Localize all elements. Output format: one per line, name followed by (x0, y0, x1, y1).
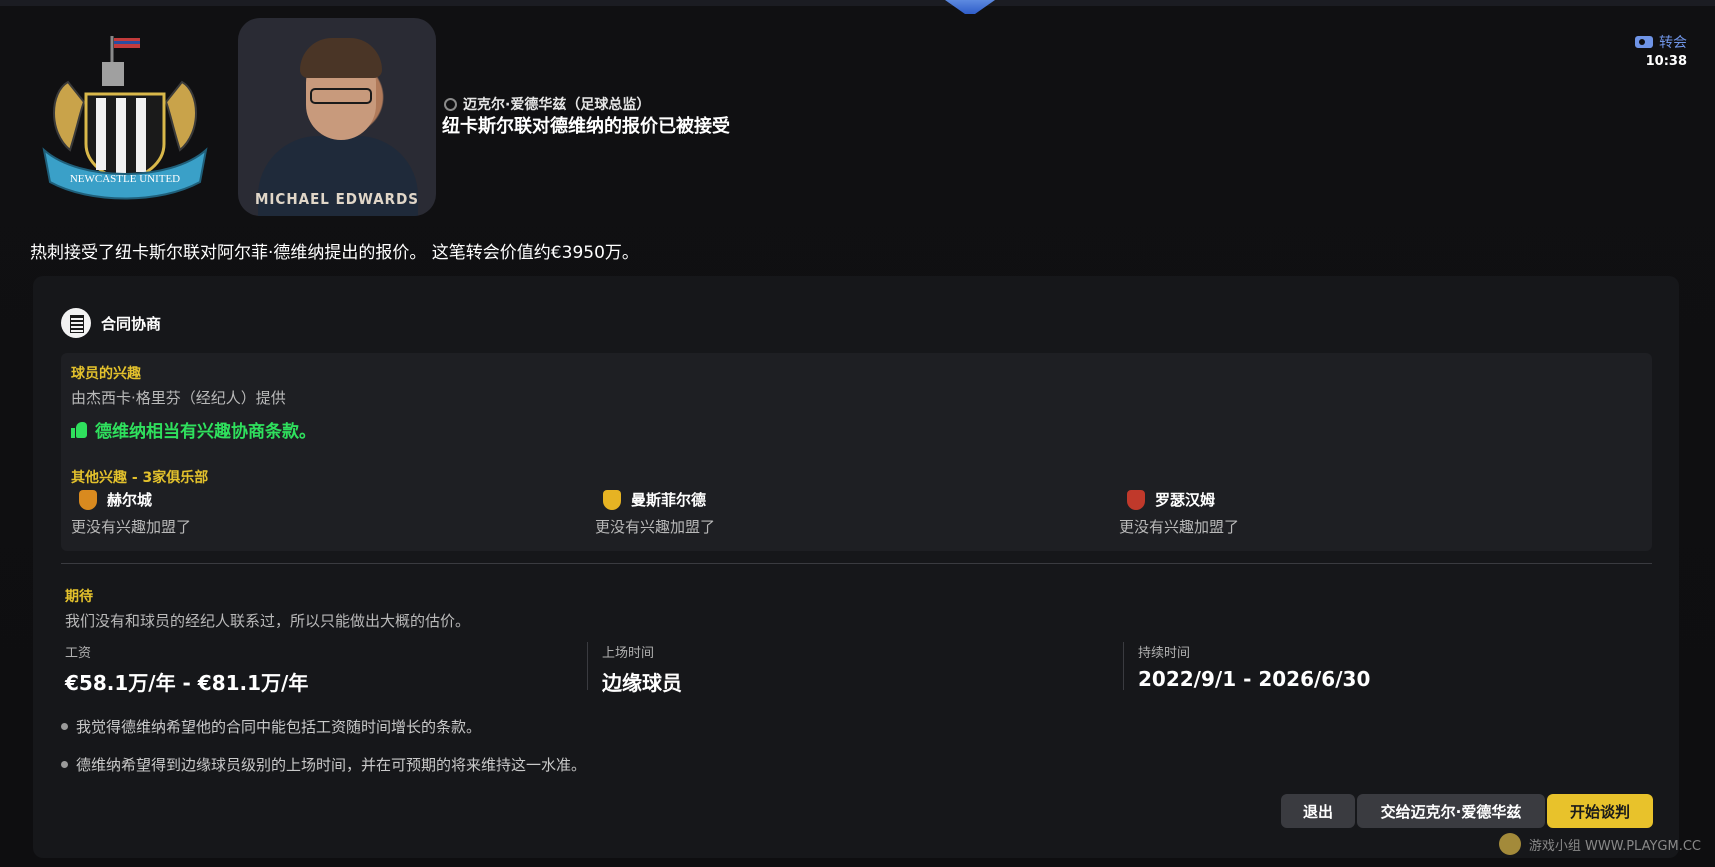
news-headline: 纽卡斯尔联对德维纳的报价已被接受 (442, 116, 730, 137)
exit-button[interactable]: 退出 (1281, 794, 1355, 828)
playing-time-label: 上场时间 (602, 646, 655, 661)
bullet-dot-icon (61, 723, 68, 730)
wage-value: €58.1万/年 - €81.1万/年 (65, 671, 309, 695)
start-negotiation-button[interactable]: 开始谈判 (1547, 794, 1653, 828)
player-interest-box: 球员的兴趣 由杰西卡·格里芬（经纪人）提供 德维纳相当有兴趣协商条款。 其他兴趣… (61, 353, 1652, 551)
club-name: 罗瑟汉姆 (1155, 491, 1216, 509)
club-item-rotherham[interactable]: 罗瑟汉姆 更没有兴趣加盟了 (1119, 489, 1519, 537)
panel-title-label: 合同协商 (101, 314, 162, 333)
club-name: 赫尔城 (107, 491, 153, 509)
playing-time-value: 边缘球员 (602, 671, 682, 695)
duration-value: 2022/9/1 - 2026/6/30 (1138, 667, 1371, 691)
watermark-logo-icon (1498, 833, 1521, 855)
bullet-text: 我觉得德维纳希望他的合同中能包括工资随时间增长的条款。 (76, 718, 482, 736)
watermark-text: 游戏小组 WWW.PLAYGM.CC (1528, 838, 1701, 854)
person-icon (444, 97, 457, 111)
interest-title: 球员的兴趣 (71, 366, 141, 382)
club-note: 更没有兴趣加盟了 (71, 518, 192, 536)
news-summary: 热刺接受了纽卡斯尔联对阿尔菲·德维纳提出的报价。 这笔转会价值约€3950万。 (30, 243, 639, 263)
club-note: 更没有兴趣加盟了 (1119, 518, 1240, 536)
section-divider (61, 563, 1652, 564)
avatar-caption: MICHAEL EDWARDS (254, 190, 419, 208)
duration-stat: 持续时间 2022/9/1 - 2026/6/30 (1123, 642, 1371, 691)
wage-label: 工资 (65, 646, 92, 661)
expectation-bullet: 我觉得德维纳希望他的合同中能包括工资随时间增长的条款。 (61, 716, 481, 737)
director-avatar: MICHAEL EDWARDS (238, 18, 436, 216)
category-tag[interactable]: 转会 (1635, 32, 1687, 52)
duration-label: 持续时间 (1138, 646, 1191, 661)
verdict-text: 德维纳相当有兴趣协商条款。 (95, 422, 316, 442)
club-item-mansfield[interactable]: 曼斯菲尔德 更没有兴趣加盟了 (595, 489, 995, 537)
category-label: 转会 (1659, 35, 1687, 51)
interest-verdict: 德维纳相当有兴趣协商条款。 (71, 417, 316, 442)
newcastle-crest-icon: NEWCASTLE UNITED (42, 36, 208, 200)
delegate-button[interactable]: 交给迈克尔·爱德华兹 (1357, 794, 1545, 828)
sender-name: 迈克尔·爱德华兹（足球总监） (463, 97, 651, 113)
news-time: 10:38 (1645, 54, 1687, 69)
bullet-text: 德维纳希望得到边缘球员级别的上场时间，并在可预期的将来维持这一水准。 (76, 756, 587, 774)
contract-panel: 合同协商 球员的兴趣 由杰西卡·格里芬（经纪人）提供 德维纳相当有兴趣协商条款。… (33, 276, 1679, 858)
svg-text:NEWCASTLE UNITED: NEWCASTLE UNITED (70, 173, 180, 185)
news-screen: NEWCASTLE UNITED MICHAEL EDWARDS 迈克尔·爱德华… (0, 0, 1715, 867)
document-icon (61, 308, 91, 338)
sender-line: 迈克尔·爱德华兹（足球总监） (444, 94, 650, 114)
other-interest-title: 其他兴趣 - 3家俱乐部 (71, 470, 209, 486)
club-name: 曼斯菲尔德 (631, 491, 707, 509)
interest-provider: 由杰西卡·格里芬（经纪人）提供 (71, 389, 286, 407)
watermark: 游戏小组 WWW.PLAYGM.CC (1498, 833, 1701, 855)
wage-stat: 工资 €58.1万/年 - €81.1万/年 (65, 642, 308, 695)
playing-time-stat: 上场时间 边缘球员 (587, 642, 682, 695)
expectation-description: 我们没有和球员的经纪人联系过，所以只能做出大概的估价。 (65, 612, 471, 630)
rotherham-badge-icon (1127, 489, 1145, 510)
thumbs-up-icon (71, 421, 87, 438)
expectation-bullet: 德维纳希望得到边缘球员级别的上场时间，并在可预期的将来维持这一水准。 (61, 754, 586, 775)
club-note: 更没有兴趣加盟了 (595, 518, 716, 536)
bullet-dot-icon (61, 761, 68, 768)
tag-icon (1635, 36, 1653, 48)
hull-badge-icon (79, 489, 97, 510)
panel-title: 合同协商 (61, 308, 161, 338)
top-indicator (945, 0, 995, 14)
expectation-title: 期待 (65, 589, 93, 605)
mansfield-badge-icon (603, 489, 621, 510)
club-item-hull[interactable]: 赫尔城 更没有兴趣加盟了 (71, 489, 471, 537)
